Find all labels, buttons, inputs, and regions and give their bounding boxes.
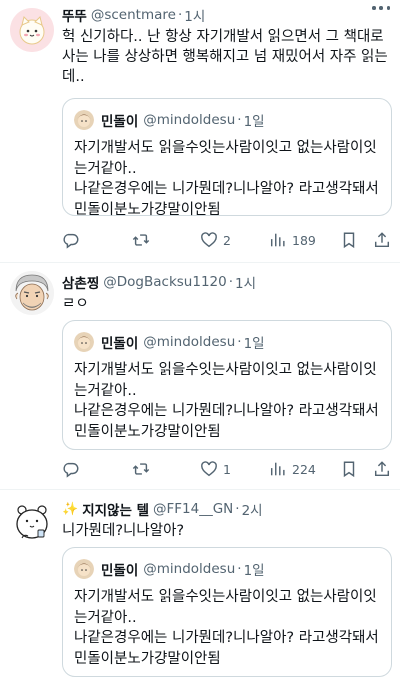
share-icon <box>374 461 390 477</box>
quote-text: 자기개발서도 읽을수잇는사람이잇고 없는사람이잇는거같아.. 나같은경우에는 니… <box>74 138 381 220</box>
post-time[interactable]: 2시 <box>242 499 263 519</box>
retweet-icon <box>132 463 150 475</box>
post-text: 헉 신기하다.. 난 항상 자기개발서 읽으면서 그 책대로 사는 나를 상상하… <box>62 29 388 85</box>
bear-avatar-icon <box>10 500 54 544</box>
avatar-ff14gn[interactable] <box>10 500 54 544</box>
post-text: ㄹㅇ <box>62 296 89 312</box>
views-icon <box>270 462 285 476</box>
quote-line-2: 나같은경우에는 니가뭔데?니나알아? 라고생각돼서 민돌이분노가걍말이안됨 <box>74 630 379 667</box>
more-icon[interactable] <box>372 6 390 12</box>
post-scentmare[interactable]: 뚜뚜 @scentmare · 1시 헉 신기하다.. 난 항상 자기개발서 읽… <box>0 0 400 262</box>
avatar-dogbacksu[interactable] <box>10 271 54 315</box>
user-handle[interactable]: @DogBacksu1120 <box>103 274 226 290</box>
quote-line-1: 자기개발서도 읽을수잇는사람이잇고 없는사람이잇는거같아.. <box>74 362 377 399</box>
separator-dot: · <box>228 274 234 290</box>
quote-line-1: 자기개발서도 읽을수잇는사람이잇고 없는사람이잇는거같아.. <box>74 589 377 626</box>
quote-line-2: 나같은경우에는 니가뭔데?니나알아? 라고생각돼서 민돌이분노가걍말이안됨 <box>74 181 379 218</box>
post-header: ✨ 지지않는 텔 @FF14__GN · 2시 <box>62 499 390 519</box>
separator-dot: · <box>177 7 183 23</box>
quote-handle[interactable]: @mindoldesu <box>143 334 235 350</box>
heart-icon <box>201 232 217 248</box>
face-avatar-icon <box>74 332 94 352</box>
quote-line-1: 자기개발서도 읽을수잇는사람이잇고 없는사람이잇는거같아.. <box>74 140 377 177</box>
share-button[interactable] <box>373 459 391 479</box>
like-count: 2 <box>223 232 231 248</box>
bookmark-button[interactable] <box>340 459 358 479</box>
quoted-post[interactable]: 민돌이 @mindoldesu · 1일 자기개발서도 읽을수잇는사람이잇고 없… <box>62 547 392 677</box>
quote-header: 민돌이 @mindoldesu · 1일 <box>74 109 265 131</box>
quote-display-name[interactable]: 민돌이 <box>101 332 138 352</box>
quote-display-name[interactable]: 민돌이 <box>101 110 138 130</box>
quote-display-name[interactable]: 민돌이 <box>101 559 138 579</box>
view-count: 224 <box>292 461 316 477</box>
quote-time: 1일 <box>243 114 265 130</box>
sparkle-icon: ✨ <box>62 501 79 517</box>
face-avatar-icon <box>74 559 94 579</box>
quote-avatar <box>74 110 94 130</box>
like-button[interactable]: 2 <box>200 230 231 250</box>
reply-button[interactable] <box>62 230 85 250</box>
quoted-post[interactable]: 민돌이 @mindoldesu · 1일 자기개발서도 읽을수잇는사람이잇고 없… <box>62 98 392 218</box>
share-button[interactable] <box>373 230 391 250</box>
retweet-button[interactable] <box>132 230 155 250</box>
quote-avatar <box>74 559 94 579</box>
views-button[interactable]: 224 <box>269 459 316 479</box>
action-bar: 1 224 <box>62 459 392 479</box>
separator-dot: · <box>237 112 242 128</box>
reply-button[interactable] <box>62 459 85 479</box>
retweet-icon <box>132 234 150 246</box>
post-header: 뚜뚜 @scentmare · 1시 <box>62 5 390 25</box>
reply-icon <box>63 462 79 478</box>
quote-header: 민돌이 @mindoldesu · 1일 <box>74 331 265 353</box>
quote-header: 민돌이 @mindoldesu · 1일 <box>74 558 265 580</box>
bookmark-icon <box>343 461 355 478</box>
post-dogbacksu[interactable]: 삼촌찡 @DogBacksu1120 · 1시 ㄹㅇ 민돌이 @mindolde… <box>0 263 400 489</box>
separator-dot: · <box>237 561 242 577</box>
display-name[interactable]: 지지않는 텔 <box>82 499 149 519</box>
user-handle[interactable]: @scentmare <box>91 7 176 23</box>
separator-dot: · <box>237 334 242 350</box>
display-name[interactable]: 뚜뚜 <box>62 5 87 25</box>
bookmark-button[interactable] <box>340 230 358 250</box>
display-name[interactable]: 삼촌찡 <box>62 272 99 292</box>
face-avatar-icon <box>74 110 94 130</box>
quote-text: 자기개발서도 읽을수잇는사람이잇고 없는사람이잇는거같아.. 나같은경우에는 니… <box>74 587 381 669</box>
quote-time: 1일 <box>243 336 265 352</box>
quoted-post[interactable]: 민돌이 @mindoldesu · 1일 자기개발서도 읽을수잇는사람이잇고 없… <box>62 320 392 450</box>
user-handle[interactable]: @FF14__GN <box>153 501 233 517</box>
avatar-scentmare[interactable] <box>10 8 54 52</box>
retweet-button[interactable] <box>132 459 155 479</box>
quote-avatar <box>74 332 94 352</box>
view-count: 189 <box>292 232 316 248</box>
action-bar: 2 189 <box>62 230 392 250</box>
cat-avatar-icon <box>10 8 54 52</box>
like-count: 1 <box>223 461 231 477</box>
reply-icon <box>63 233 79 249</box>
separator-dot: · <box>235 501 240 517</box>
quote-handle[interactable]: @mindoldesu <box>143 112 235 128</box>
views-button[interactable]: 189 <box>269 230 316 250</box>
old-man-avatar-icon <box>10 271 54 315</box>
post-header: 삼촌찡 @DogBacksu1120 · 1시 <box>62 272 390 292</box>
views-icon <box>270 233 285 247</box>
post-time[interactable]: 1시 <box>235 272 256 292</box>
post-time[interactable]: 1시 <box>184 5 205 25</box>
quote-text: 자기개발서도 읽을수잇는사람이잇고 없는사람이잇는거같아.. 나같은경우에는 니… <box>74 360 381 442</box>
quote-line-2: 나같은경우에는 니가뭔데?니나알아? 라고생각돼서 민돌이분노가걍말이안됨 <box>74 403 379 440</box>
post-ff14gn[interactable]: ✨ 지지않는 텔 @FF14__GN · 2시 니가뭔데?니나알아? 민돌이 @… <box>0 490 400 683</box>
quote-time: 1일 <box>243 563 265 579</box>
bookmark-icon <box>343 232 355 249</box>
post-text: 니가뭔데?니나알아? <box>62 523 185 539</box>
quote-handle[interactable]: @mindoldesu <box>143 561 235 577</box>
share-icon <box>374 232 390 248</box>
heart-icon <box>201 461 217 477</box>
like-button[interactable]: 1 <box>200 459 231 479</box>
